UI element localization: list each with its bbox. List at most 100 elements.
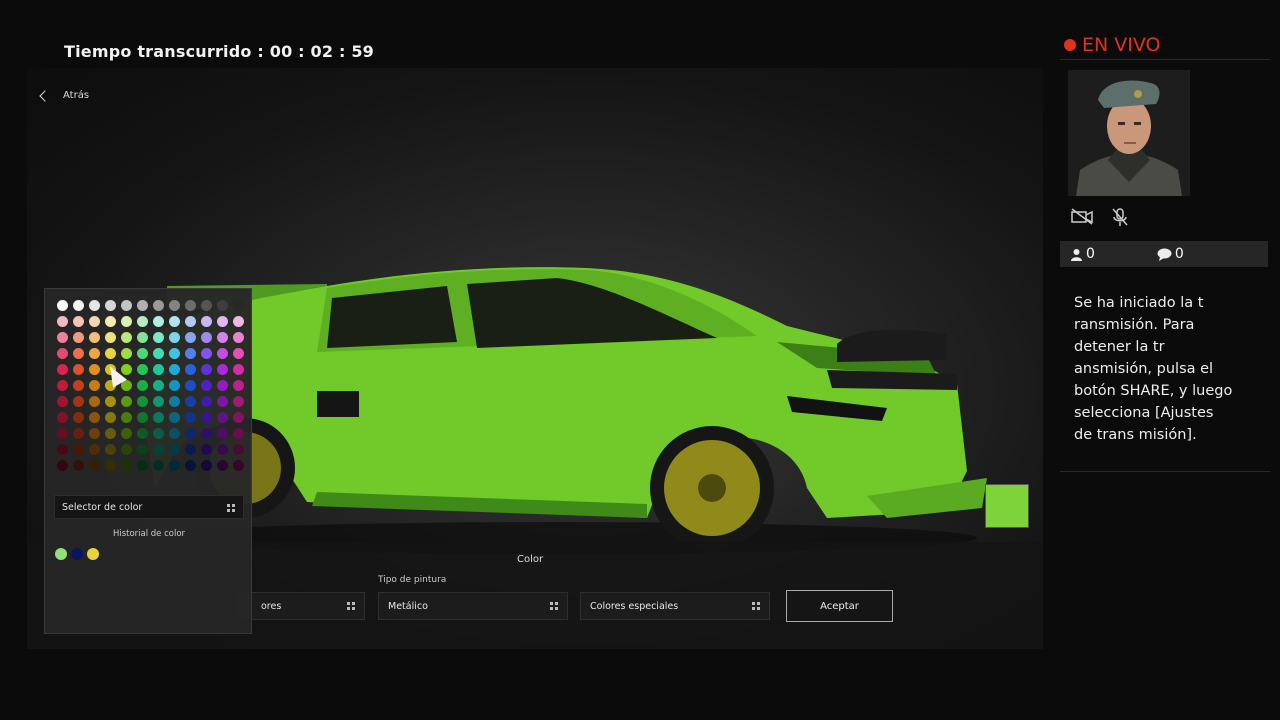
color-swatch[interactable] xyxy=(54,329,70,345)
color-swatch[interactable] xyxy=(134,377,150,393)
color-swatch[interactable] xyxy=(118,409,134,425)
color-swatch[interactable] xyxy=(198,377,214,393)
color-swatch[interactable] xyxy=(214,345,230,361)
color-swatch[interactable] xyxy=(214,425,230,441)
color-swatch[interactable] xyxy=(54,361,70,377)
color-swatch[interactable] xyxy=(230,425,246,441)
color-swatch[interactable] xyxy=(102,393,118,409)
color-swatch[interactable] xyxy=(86,425,102,441)
color-swatch[interactable] xyxy=(54,441,70,457)
color-swatch[interactable] xyxy=(166,329,182,345)
color-swatch[interactable] xyxy=(198,345,214,361)
back-button[interactable]: Atrás xyxy=(39,89,89,102)
color-swatch[interactable] xyxy=(118,297,134,313)
color-swatch[interactable] xyxy=(214,457,230,473)
color-swatch[interactable] xyxy=(150,393,166,409)
color-swatch[interactable] xyxy=(182,345,198,361)
color-swatch[interactable] xyxy=(118,393,134,409)
color-swatch[interactable] xyxy=(70,297,86,313)
color-swatch[interactable] xyxy=(86,393,102,409)
color-swatch[interactable] xyxy=(118,313,134,329)
color-swatch[interactable] xyxy=(182,409,198,425)
color-swatch[interactable] xyxy=(70,425,86,441)
color-swatch[interactable] xyxy=(182,393,198,409)
color-swatch[interactable] xyxy=(86,297,102,313)
color-swatch[interactable] xyxy=(134,393,150,409)
color-swatch[interactable] xyxy=(70,441,86,457)
color-swatch[interactable] xyxy=(182,329,198,345)
color-swatch[interactable] xyxy=(102,409,118,425)
color-swatch[interactable] xyxy=(102,345,118,361)
color-swatch[interactable] xyxy=(70,329,86,345)
color-swatch[interactable] xyxy=(102,441,118,457)
color-swatch[interactable] xyxy=(214,313,230,329)
color-swatch[interactable] xyxy=(182,425,198,441)
color-swatch[interactable] xyxy=(150,313,166,329)
microphone-off-icon[interactable] xyxy=(1110,207,1130,227)
color-swatch[interactable] xyxy=(198,393,214,409)
color-swatch[interactable] xyxy=(54,457,70,473)
color-swatch[interactable] xyxy=(118,425,134,441)
history-swatch[interactable] xyxy=(55,548,67,560)
color-swatch[interactable] xyxy=(70,393,86,409)
color-swatch[interactable] xyxy=(54,377,70,393)
color-swatch[interactable] xyxy=(134,409,150,425)
camera-off-icon[interactable] xyxy=(1070,207,1094,225)
color-swatch[interactable] xyxy=(230,329,246,345)
color-swatch[interactable] xyxy=(198,329,214,345)
color-swatch[interactable] xyxy=(198,425,214,441)
color-swatch[interactable] xyxy=(166,377,182,393)
color-category-dropdown[interactable]: ores xyxy=(237,592,365,620)
color-swatch[interactable] xyxy=(166,441,182,457)
color-swatch[interactable] xyxy=(166,457,182,473)
color-swatch[interactable] xyxy=(230,393,246,409)
color-swatch[interactable] xyxy=(70,361,86,377)
color-swatch[interactable] xyxy=(166,425,182,441)
color-swatch[interactable] xyxy=(182,377,198,393)
color-swatch[interactable] xyxy=(166,409,182,425)
color-swatch[interactable] xyxy=(214,297,230,313)
color-swatch[interactable] xyxy=(150,457,166,473)
color-swatch[interactable] xyxy=(166,393,182,409)
color-swatch[interactable] xyxy=(230,313,246,329)
color-swatch[interactable] xyxy=(134,441,150,457)
accept-button[interactable]: Aceptar xyxy=(786,590,893,622)
color-swatch[interactable] xyxy=(86,377,102,393)
color-swatch[interactable] xyxy=(230,345,246,361)
color-swatch[interactable] xyxy=(198,441,214,457)
color-swatch[interactable] xyxy=(230,409,246,425)
color-swatch[interactable] xyxy=(182,297,198,313)
color-swatch[interactable] xyxy=(86,329,102,345)
color-swatch[interactable] xyxy=(166,313,182,329)
color-swatch[interactable] xyxy=(230,377,246,393)
color-swatch[interactable] xyxy=(70,409,86,425)
color-swatch[interactable] xyxy=(86,441,102,457)
color-swatch[interactable] xyxy=(214,393,230,409)
color-swatch[interactable] xyxy=(166,361,182,377)
color-swatch[interactable] xyxy=(134,361,150,377)
color-swatch[interactable] xyxy=(86,409,102,425)
color-swatch[interactable] xyxy=(70,377,86,393)
color-swatch[interactable] xyxy=(118,441,134,457)
color-swatch[interactable] xyxy=(166,345,182,361)
color-swatch[interactable] xyxy=(54,313,70,329)
color-swatch[interactable] xyxy=(198,313,214,329)
color-swatch[interactable] xyxy=(134,345,150,361)
color-swatch[interactable] xyxy=(214,409,230,425)
color-swatch[interactable] xyxy=(166,297,182,313)
color-selector-dropdown[interactable]: Selector de color xyxy=(54,495,244,519)
color-swatch[interactable] xyxy=(150,297,166,313)
color-swatch[interactable] xyxy=(134,457,150,473)
color-swatch[interactable] xyxy=(118,345,134,361)
color-swatch[interactable] xyxy=(86,361,102,377)
color-swatch[interactable] xyxy=(150,377,166,393)
color-swatch[interactable] xyxy=(54,425,70,441)
color-swatch[interactable] xyxy=(102,329,118,345)
color-swatch[interactable] xyxy=(70,457,86,473)
color-swatch[interactable] xyxy=(134,329,150,345)
color-swatch[interactable] xyxy=(102,297,118,313)
color-swatch[interactable] xyxy=(134,297,150,313)
color-swatch[interactable] xyxy=(214,329,230,345)
color-swatch[interactable] xyxy=(214,441,230,457)
color-swatch[interactable] xyxy=(70,313,86,329)
